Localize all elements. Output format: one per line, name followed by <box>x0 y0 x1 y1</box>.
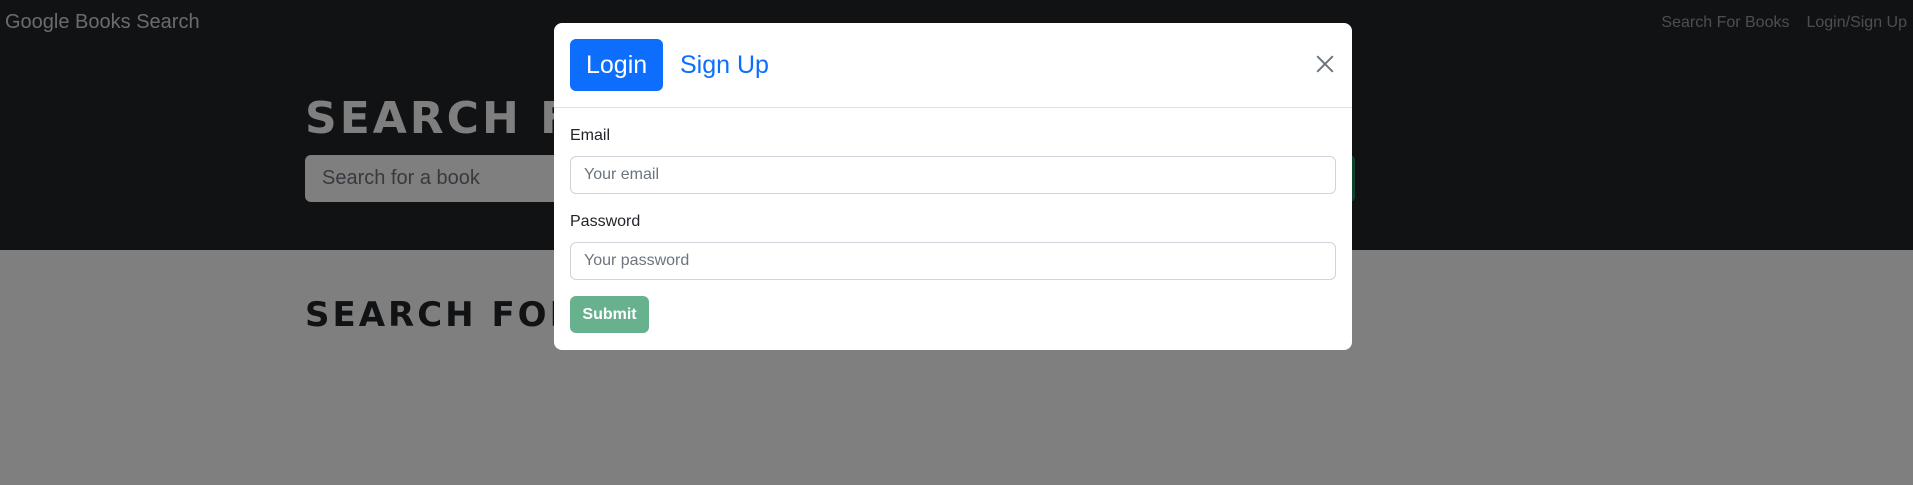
modal-header: Login Sign Up <box>554 23 1352 108</box>
tab-signup[interactable]: Sign Up <box>664 39 785 91</box>
submit-button[interactable]: Submit <box>570 296 649 333</box>
password-label: Password <box>570 213 641 230</box>
login-signup-modal: Login Sign Up Email Password Submit <box>554 23 1352 350</box>
email-label: Email <box>570 127 611 144</box>
tab-login[interactable]: Login <box>570 39 664 91</box>
password-field[interactable] <box>570 242 1336 280</box>
close-icon[interactable] <box>1310 49 1340 79</box>
email-field[interactable] <box>570 156 1336 194</box>
